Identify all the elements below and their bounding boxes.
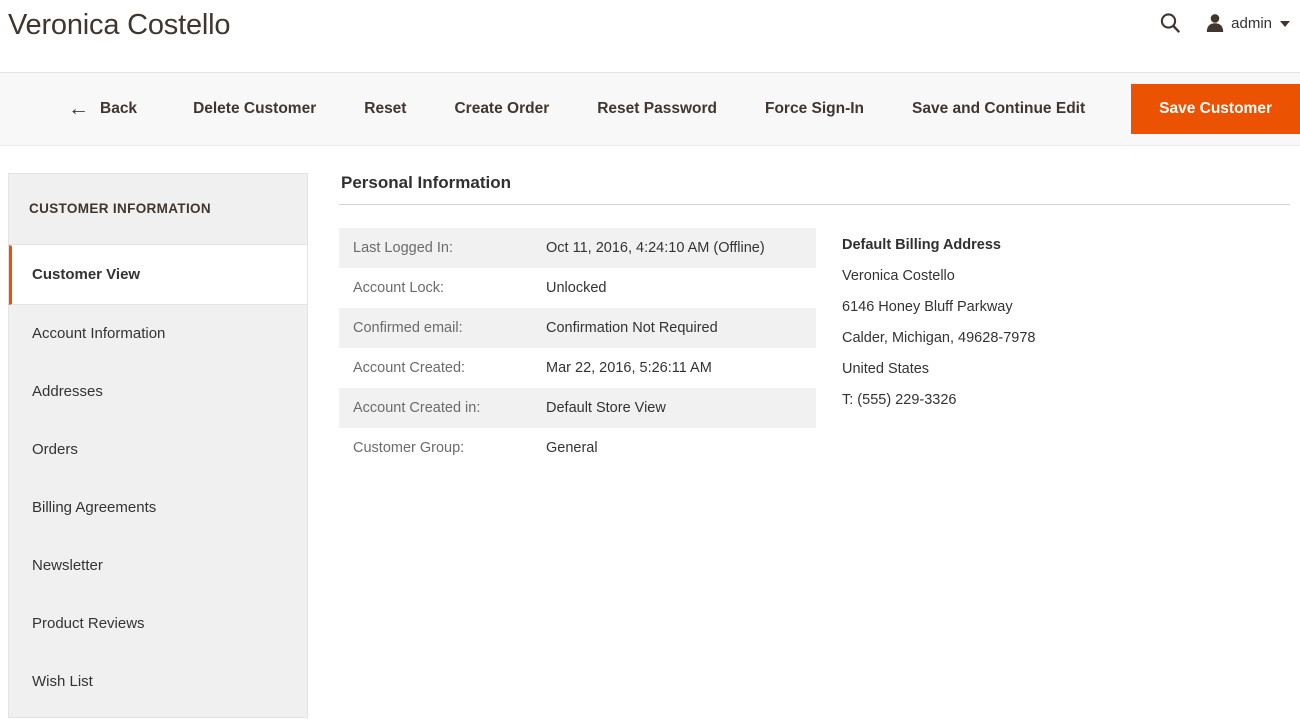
row-value: Mar 22, 2016, 5:26:11 AM (546, 360, 712, 376)
personal-information-panel: Last Logged In: Oct 11, 2016, 4:24:10 AM… (339, 228, 816, 468)
page-title: Veronica Costello (8, 9, 231, 41)
row-value: Default Store View (532, 388, 816, 428)
table-row: Last Logged In: Oct 11, 2016, 4:24:10 AM… (339, 228, 816, 268)
default-billing-address-panel: Default Billing Address Veronica Costell… (816, 228, 1290, 409)
delete-customer-button[interactable]: Delete Customer (169, 101, 340, 117)
section-divider (339, 204, 1290, 205)
user-avatar-icon (1206, 14, 1224, 32)
page-action-toolbar: ← Back Delete Customer Reset Create Orde… (0, 73, 1300, 146)
back-button[interactable]: ← Back (22, 96, 169, 120)
page-main: CUSTOMER INFORMATION Customer View Accou… (0, 146, 1300, 718)
row-value: Oct 11, 2016, 4:24:10 AM (Offline) (532, 228, 816, 268)
save-customer-button[interactable]: Save Customer (1131, 84, 1300, 134)
row-label: Account Created: (353, 360, 466, 376)
personal-information-table: Last Logged In: Oct 11, 2016, 4:24:10 AM… (339, 228, 816, 468)
sidebar-item-wish-list[interactable]: Wish List (9, 653, 307, 711)
billing-address-line: 6146 Honey Bluff Parkway (842, 299, 1013, 315)
sidebar-item-product-reviews[interactable]: Product Reviews (9, 595, 307, 653)
table-row: Confirmed email: Confirmation Not Requir… (339, 308, 816, 348)
reset-password-button[interactable]: Reset Password (573, 101, 741, 117)
save-and-continue-edit-button[interactable]: Save and Continue Edit (888, 101, 1109, 117)
billing-address-line: Veronica Costello (842, 268, 955, 284)
sidebar-item-account-information[interactable]: Account Information (9, 305, 307, 363)
row-label: Account Lock: (353, 280, 445, 296)
user-menu[interactable]: admin (1202, 11, 1294, 35)
back-button-label: Back (100, 100, 138, 118)
page-header: Veronica Costello admin (0, 0, 1300, 73)
row-label: Account Created in: (339, 388, 532, 428)
row-value: General (546, 440, 598, 456)
table-row: Account Lock: Unlocked (339, 268, 816, 308)
header-actions: admin (1154, 8, 1294, 38)
sidebar-title: CUSTOMER INFORMATION (9, 174, 307, 245)
table-row: Account Created: Mar 22, 2016, 5:26:11 A… (339, 348, 816, 388)
billing-address-phone: T: (555) 229-3326 (842, 392, 957, 408)
sidebar-nav-list: Customer View Account Information Addres… (9, 245, 307, 711)
table-row: Customer Group: General (339, 428, 816, 468)
section-title: Personal Information (341, 173, 512, 192)
billing-address-line: Calder, Michigan, 49628-7978 (842, 330, 1036, 346)
search-icon (1160, 13, 1180, 33)
billing-address-title: Default Billing Address (842, 237, 1001, 253)
user-name-label: admin (1231, 14, 1272, 32)
row-value: Confirmation Not Required (532, 308, 816, 348)
row-label: Last Logged In: (339, 228, 532, 268)
sidebar-item-customer-view[interactable]: Customer View (9, 245, 307, 305)
row-value: Unlocked (546, 280, 607, 296)
force-sign-in-button[interactable]: Force Sign-In (741, 101, 888, 117)
search-button[interactable] (1154, 8, 1186, 38)
sidebar-item-billing-agreements[interactable]: Billing Agreements (9, 479, 307, 537)
sidebar-item-orders[interactable]: Orders (9, 421, 307, 479)
row-label: Confirmed email: (339, 308, 532, 348)
sidebar-item-addresses[interactable]: Addresses (9, 363, 307, 421)
sidebar-item-newsletter[interactable]: Newsletter (9, 537, 307, 595)
arrow-left-icon: ← (68, 96, 89, 120)
create-order-button[interactable]: Create Order (430, 101, 573, 117)
reset-button[interactable]: Reset (340, 101, 430, 117)
chevron-down-icon (1280, 21, 1290, 27)
table-row: Account Created in: Default Store View (339, 388, 816, 428)
customer-view-content: Personal Information Last Logged In: Oct… (339, 173, 1290, 468)
billing-address-line: United States (842, 361, 930, 377)
customer-information-sidebar: CUSTOMER INFORMATION Customer View Accou… (8, 173, 308, 718)
row-label: Customer Group: (353, 440, 465, 456)
